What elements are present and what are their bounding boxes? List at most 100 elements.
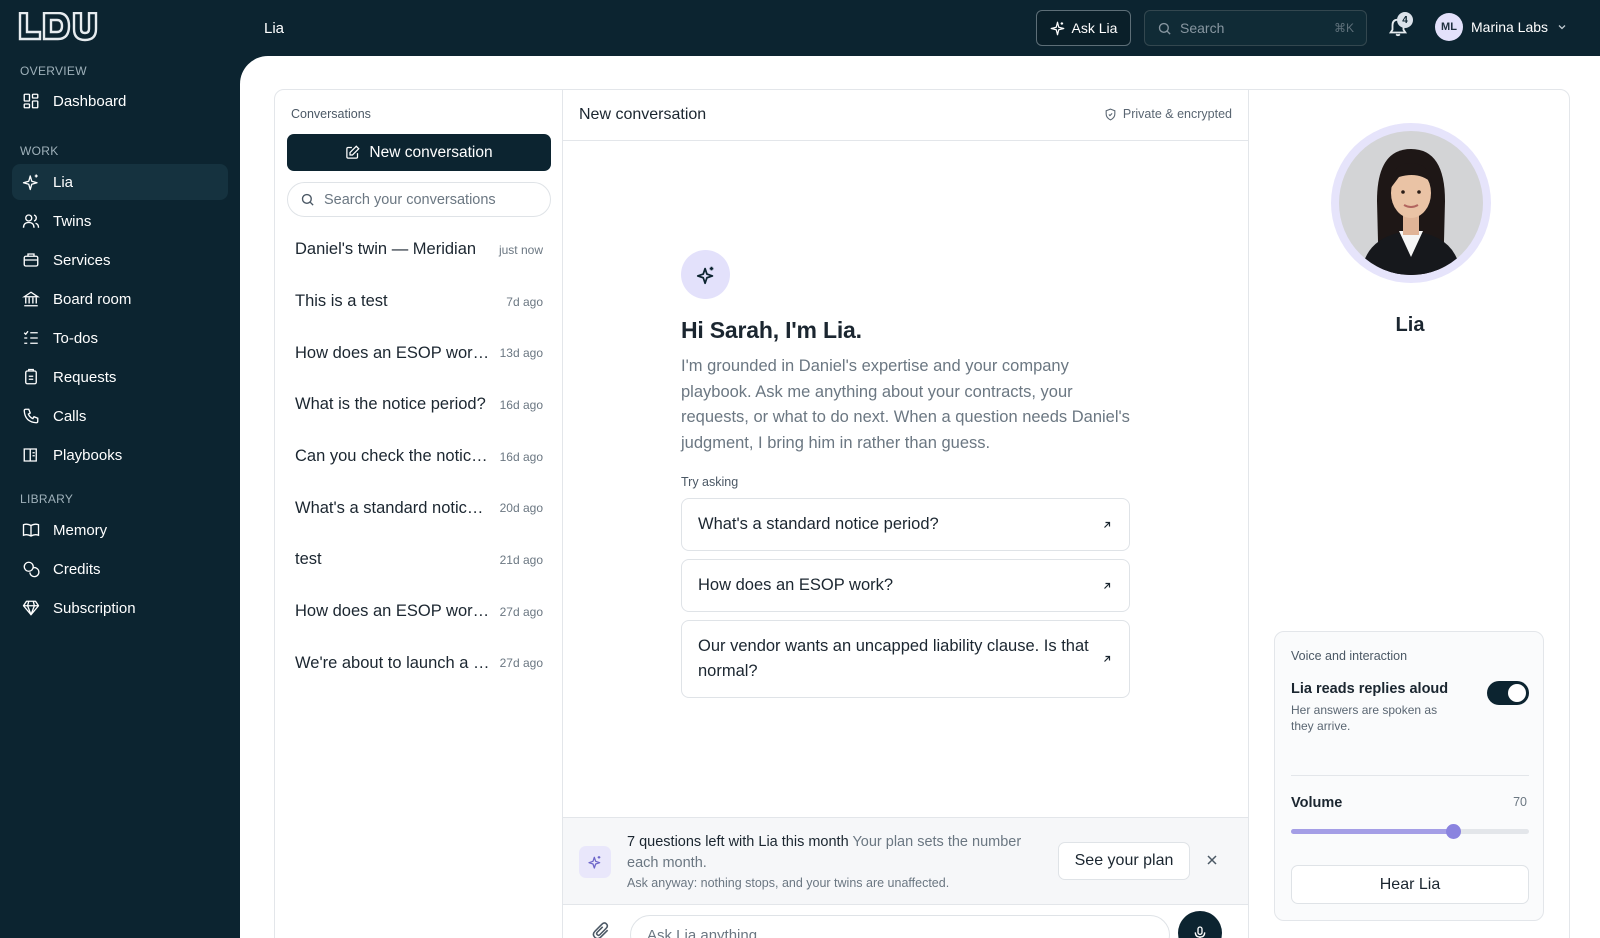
conversation-item[interactable]: Daniel's twin — Meridian just now [287, 224, 551, 276]
user-name: Marina Labs [1471, 19, 1549, 35]
conversation-item[interactable]: How does an ESOP work? 27d ago [287, 586, 551, 638]
clipboard-icon [25, 368, 37, 385]
top-bar: Lia Ask Lia ⌘K 4 ML Marina Labs [0, 0, 1600, 56]
conversations-heading: Conversations [291, 107, 371, 121]
suggestion-card[interactable]: How does an ESOP work? [681, 559, 1130, 612]
read-aloud-toggle[interactable] [1487, 681, 1529, 705]
volume-value: 70 [1513, 795, 1527, 809]
conversation-time: 21d ago [499, 552, 543, 567]
sidebar-item-memory[interactable]: Memory [12, 512, 228, 548]
voice-input-button[interactable] [1178, 911, 1222, 938]
conversation-item[interactable]: This is a test 7d ago [287, 276, 551, 328]
try-asking-label: Try asking [681, 475, 739, 489]
chat-pane: New conversation Private & encrypted Hi … [563, 90, 1248, 938]
sidebar-item-requests[interactable]: Requests [12, 359, 228, 395]
ask-lia-button[interactable]: Ask Lia [1036, 10, 1131, 46]
quota-note: Ask anyway: nothing stops, and your twin… [627, 876, 950, 890]
profile-name: Lia [1395, 314, 1425, 336]
sidebar-item-label: Credits [53, 560, 101, 578]
quota-banner: 7 questions left with Lia this month You… [563, 817, 1248, 905]
see-plan-button[interactable]: See your plan [1058, 842, 1190, 880]
conversation-time: 16d ago [499, 449, 543, 464]
conversation-item[interactable]: We're about to launch a new product 27d a… [287, 638, 551, 690]
sidebar-item-twins[interactable]: Twins [12, 203, 228, 239]
message-input[interactable] [630, 915, 1170, 938]
dismiss-banner-button[interactable] [1204, 852, 1220, 868]
sidebar-item-label: Lia [53, 173, 74, 191]
conversation-search[interactable] [287, 182, 551, 217]
global-search[interactable]: ⌘K [1144, 10, 1367, 46]
volume-slider-fill [1291, 829, 1453, 834]
search-icon [301, 193, 314, 206]
conversations-pane: Conversations New conversation Daniel's … [275, 90, 563, 938]
sidebar-item-lia[interactable]: Lia [12, 164, 228, 200]
conversation-item[interactable]: test 21d ago [287, 534, 551, 586]
sidebar-item-services[interactable]: Services [12, 242, 228, 278]
conversation-title: What's a standard notice period? [295, 498, 490, 517]
paperclip-icon [592, 922, 609, 938]
sidebar-item-dashboard[interactable]: Dashboard [12, 83, 228, 119]
conversation-title: How does an ESOP work? [295, 343, 490, 362]
conversation-title: What is the notice period? [295, 395, 486, 414]
main-area: Conversations New conversation Daniel's … [240, 56, 1600, 938]
hear-lia-button[interactable]: Hear Lia [1291, 865, 1529, 904]
sidebar-item-board-room[interactable]: Board room [12, 281, 228, 317]
notification-badge: 4 [1397, 12, 1413, 28]
lia-photo [1339, 131, 1483, 275]
new-conversation-button[interactable]: New conversation [287, 134, 551, 171]
global-search-input[interactable] [1180, 20, 1326, 36]
sidebar-item-label: Subscription [53, 599, 136, 617]
quota-message: 7 questions left with Lia this month You… [627, 832, 1047, 874]
chat-title: New conversation [579, 106, 707, 123]
phone-icon [23, 408, 39, 424]
composer [563, 905, 1248, 938]
voice-settings-title: Voice and interaction [1291, 649, 1408, 663]
arrow-up-right-icon [1104, 521, 1111, 528]
conversation-item[interactable]: Can you check the notice period? 16d ago [287, 431, 551, 483]
attach-button[interactable] [591, 921, 611, 938]
edit-icon [346, 145, 361, 159]
chevron-down-icon [1558, 25, 1566, 30]
conversation-time: 27d ago [499, 656, 543, 671]
book-open-icon [23, 448, 37, 462]
users-icon [22, 214, 40, 228]
suggestion-card[interactable]: What's a standard notice period? [681, 498, 1130, 551]
ldu-logo[interactable] [18, 12, 98, 42]
sidebar-item-credits[interactable]: Credits [12, 551, 228, 587]
arrow-up-right-icon [1104, 655, 1111, 662]
lia-profile-pane: Lia Voice and interaction Lia reads repl… [1248, 90, 1569, 938]
conversation-time: 27d ago [499, 604, 543, 619]
volume-slider-thumb[interactable] [1445, 824, 1461, 839]
sidebar-item-calls[interactable]: Calls [12, 398, 228, 434]
conversation-search-input[interactable] [324, 191, 538, 208]
search-icon [1158, 22, 1171, 35]
conversation-item[interactable]: What's a standard notice period? 20d ago [287, 482, 551, 534]
suggestion-text: What's a standard notice period? [698, 515, 939, 533]
sidebar-item-subscription[interactable]: Subscription [12, 590, 228, 626]
user-menu[interactable]: ML Marina Labs [1435, 13, 1568, 41]
sidebar-item-playbooks[interactable]: Playbooks [12, 437, 228, 473]
read-aloud-label: Lia reads replies aloud [1291, 681, 1449, 697]
sparkle-icon [1050, 21, 1064, 35]
sidebar-item-label: Memory [53, 521, 108, 539]
intro-text: I'm grounded in Daniel's expertise and y… [681, 357, 1130, 452]
welcome-block: Hi Sarah, I'm Lia. I'm grounded in Danie… [681, 250, 1131, 698]
conversation-item[interactable]: How does an ESOP work? 13d ago [287, 327, 551, 379]
conversation-title: Daniel's twin — Meridian [295, 240, 477, 259]
sparkle-icon [696, 266, 713, 284]
section-work: WORK [20, 144, 59, 158]
lia-panel: Conversations New conversation Daniel's … [274, 89, 1570, 938]
privacy-note: Private & encrypted [1104, 107, 1232, 121]
sparkle-icon [22, 174, 38, 191]
suggestion-card[interactable]: Our vendor wants an uncapped liability c… [681, 620, 1130, 698]
breadcrumb: Lia [264, 20, 285, 37]
conversation-list: Daniel's twin — Meridian just now This is… [287, 224, 551, 689]
conversation-title: test [295, 550, 322, 569]
conversation-item[interactable]: What is the notice period? 16d ago [287, 379, 551, 431]
sidebar-item-label: Twins [53, 212, 92, 230]
volume-slider[interactable] [1291, 824, 1529, 839]
divider [1291, 775, 1529, 776]
arrow-up-right-icon [1104, 582, 1111, 589]
sidebar-item-label: Dashboard [53, 92, 127, 110]
sidebar-item-to-dos[interactable]: To-dos [12, 320, 228, 356]
